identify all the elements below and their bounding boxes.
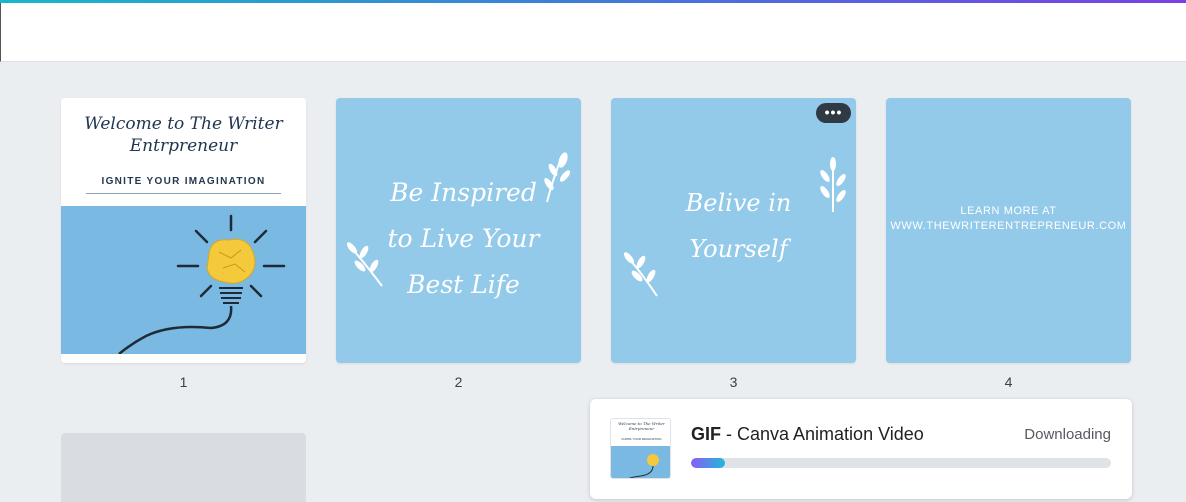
page-number-3: 3	[729, 374, 738, 390]
thumb-title: Welcome to The Writer Entrpreneur	[618, 421, 665, 431]
divider	[86, 193, 281, 194]
page-thumbnail-3[interactable]: Belive in Yourself	[611, 98, 856, 363]
quote-line: Belive in	[685, 189, 792, 217]
page-1-header: Welcome to The Writer Entrpreneur IGNITE…	[61, 98, 306, 206]
page-number-1: 1	[179, 374, 188, 390]
download-status: Downloading	[1024, 426, 1111, 443]
download-title: GIF - Canva Animation Video	[691, 424, 924, 445]
page-4-text-line: LEARN MORE AT	[960, 205, 1057, 217]
download-progress-bar	[691, 458, 1111, 468]
quote-line: to Live Your	[387, 224, 540, 253]
page-number-2: 2	[454, 374, 463, 390]
lightbulb-icon	[628, 454, 659, 478]
page-thumbnail-5[interactable]	[61, 433, 306, 502]
download-description: Canva Animation Video	[737, 424, 924, 444]
editor-header	[0, 3, 1186, 62]
page-1-subtitle: IGNITE YOUR IMAGINATION	[101, 176, 266, 187]
leaf-icon	[820, 157, 846, 212]
download-progress-fill	[691, 458, 725, 468]
quote-line: Be Inspired	[390, 178, 537, 207]
page-thumbnail-4[interactable]: LEARN MORE AT WWW.THEWRITERENTREPRENEUR.…	[886, 98, 1131, 363]
quote-line: Yourself	[689, 235, 788, 263]
download-separator: -	[721, 424, 737, 444]
download-format: GIF	[691, 424, 721, 444]
download-thumbnail: Welcome to The Writer Entrpreneur IGNITE…	[610, 418, 671, 479]
quote-line: Best Life	[407, 270, 520, 299]
page-thumbnail-2[interactable]: Be Inspired to Live Your Best Life	[336, 98, 581, 363]
download-progress-panel: Welcome to The Writer Entrpreneur IGNITE…	[590, 399, 1132, 499]
page-number-4: 4	[1004, 374, 1013, 390]
lightbulb-icon	[118, 214, 286, 355]
page-1-title: Welcome to The Writer Entrpreneur	[84, 114, 283, 156]
page-1-footer	[61, 354, 306, 363]
more-options-icon[interactable]: •••	[816, 103, 851, 123]
page-thumbnail-1[interactable]: Welcome to The Writer Entrpreneur IGNITE…	[61, 98, 306, 363]
thumb-subtitle: IGNITE YOUR IMAGINATION	[621, 437, 662, 441]
page-1-image	[61, 206, 306, 355]
page-4-text-line: WWW.THEWRITERENTREPRENEUR.COM	[890, 220, 1127, 232]
leaf-icon	[623, 252, 658, 297]
